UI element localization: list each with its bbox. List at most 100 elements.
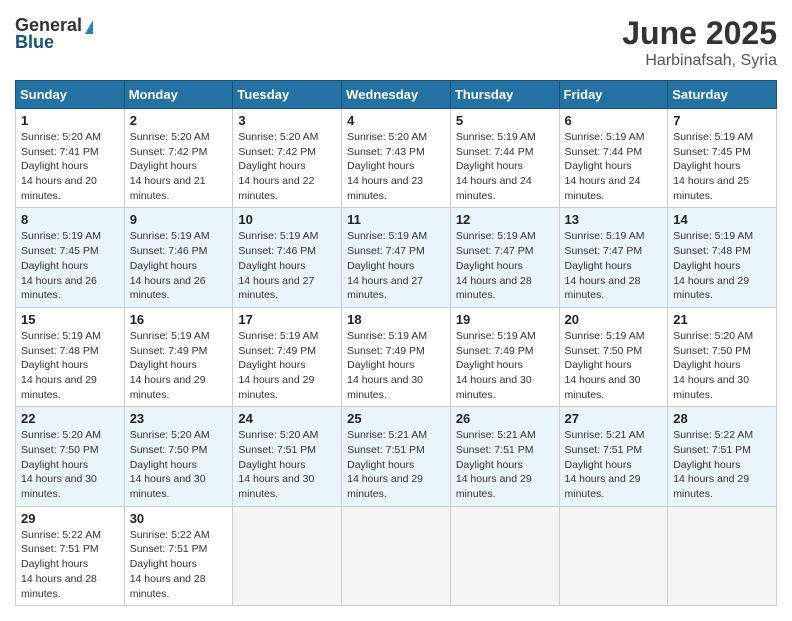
- day-info: Sunrise: 5:21 AMSunset: 7:51 PMDaylight …: [347, 429, 427, 500]
- day-number: 23: [130, 411, 228, 426]
- day-number: 21: [673, 312, 771, 327]
- day-info: Sunrise: 5:19 AMSunset: 7:50 PMDaylight …: [565, 330, 645, 401]
- header: General Blue June 2025 Harbinafsah, Syri…: [15, 15, 777, 70]
- day-info: Sunrise: 5:19 AMSunset: 7:48 PMDaylight …: [673, 230, 753, 301]
- day-info: Sunrise: 5:22 AMSunset: 7:51 PMDaylight …: [673, 429, 753, 500]
- day-cell-8: 8 Sunrise: 5:19 AMSunset: 7:45 PMDayligh…: [16, 208, 125, 307]
- day-cell-21: 21 Sunrise: 5:20 AMSunset: 7:50 PMDaylig…: [668, 307, 777, 406]
- col-header-saturday: Saturday: [668, 81, 777, 109]
- day-number: 30: [130, 511, 228, 526]
- calendar-week-3: 15 Sunrise: 5:19 AMSunset: 7:48 PMDaylig…: [16, 307, 777, 406]
- day-info: Sunrise: 5:19 AMSunset: 7:49 PMDaylight …: [347, 330, 427, 401]
- location-subtitle: Harbinafsah, Syria: [622, 52, 777, 70]
- day-cell-13: 13 Sunrise: 5:19 AMSunset: 7:47 PMDaylig…: [559, 208, 668, 307]
- col-header-monday: Monday: [124, 81, 233, 109]
- day-number: 11: [347, 212, 445, 227]
- day-cell-5: 5 Sunrise: 5:19 AMSunset: 7:44 PMDayligh…: [450, 109, 559, 208]
- day-number: 17: [238, 312, 336, 327]
- calendar-week-5: 29 Sunrise: 5:22 AMSunset: 7:51 PMDaylig…: [16, 506, 777, 605]
- day-cell-18: 18 Sunrise: 5:19 AMSunset: 7:49 PMDaylig…: [342, 307, 451, 406]
- day-number: 19: [456, 312, 554, 327]
- calendar-table: SundayMondayTuesdayWednesdayThursdayFrid…: [15, 80, 777, 606]
- day-cell-3: 3 Sunrise: 5:20 AMSunset: 7:42 PMDayligh…: [233, 109, 342, 208]
- day-number: 27: [565, 411, 663, 426]
- day-number: 16: [130, 312, 228, 327]
- day-cell-16: 16 Sunrise: 5:19 AMSunset: 7:49 PMDaylig…: [124, 307, 233, 406]
- day-info: Sunrise: 5:22 AMSunset: 7:51 PMDaylight …: [21, 529, 101, 600]
- day-number: 25: [347, 411, 445, 426]
- day-info: Sunrise: 5:19 AMSunset: 7:45 PMDaylight …: [673, 131, 753, 202]
- day-info: Sunrise: 5:19 AMSunset: 7:46 PMDaylight …: [130, 230, 210, 301]
- day-cell-29: 29 Sunrise: 5:22 AMSunset: 7:51 PMDaylig…: [16, 506, 125, 605]
- day-info: Sunrise: 5:19 AMSunset: 7:44 PMDaylight …: [565, 131, 645, 202]
- col-header-sunday: Sunday: [16, 81, 125, 109]
- day-info: Sunrise: 5:20 AMSunset: 7:50 PMDaylight …: [673, 330, 753, 401]
- day-info: Sunrise: 5:21 AMSunset: 7:51 PMDaylight …: [565, 429, 645, 500]
- day-number: 3: [238, 113, 336, 128]
- day-number: 9: [130, 212, 228, 227]
- day-number: 22: [21, 411, 119, 426]
- day-info: Sunrise: 5:22 AMSunset: 7:51 PMDaylight …: [130, 529, 210, 600]
- day-cell-17: 17 Sunrise: 5:19 AMSunset: 7:49 PMDaylig…: [233, 307, 342, 406]
- day-info: Sunrise: 5:20 AMSunset: 7:50 PMDaylight …: [21, 429, 101, 500]
- day-cell-2: 2 Sunrise: 5:20 AMSunset: 7:42 PMDayligh…: [124, 109, 233, 208]
- day-cell-26: 26 Sunrise: 5:21 AMSunset: 7:51 PMDaylig…: [450, 407, 559, 506]
- day-info: Sunrise: 5:19 AMSunset: 7:47 PMDaylight …: [565, 230, 645, 301]
- empty-cell: [559, 506, 668, 605]
- day-number: 7: [673, 113, 771, 128]
- day-number: 15: [21, 312, 119, 327]
- day-number: 29: [21, 511, 119, 526]
- calendar-week-2: 8 Sunrise: 5:19 AMSunset: 7:45 PMDayligh…: [16, 208, 777, 307]
- day-info: Sunrise: 5:19 AMSunset: 7:49 PMDaylight …: [238, 330, 318, 401]
- day-info: Sunrise: 5:19 AMSunset: 7:49 PMDaylight …: [456, 330, 536, 401]
- col-header-thursday: Thursday: [450, 81, 559, 109]
- day-cell-27: 27 Sunrise: 5:21 AMSunset: 7:51 PMDaylig…: [559, 407, 668, 506]
- day-info: Sunrise: 5:19 AMSunset: 7:45 PMDaylight …: [21, 230, 101, 301]
- day-number: 1: [21, 113, 119, 128]
- day-cell-25: 25 Sunrise: 5:21 AMSunset: 7:51 PMDaylig…: [342, 407, 451, 506]
- day-cell-7: 7 Sunrise: 5:19 AMSunset: 7:45 PMDayligh…: [668, 109, 777, 208]
- day-number: 2: [130, 113, 228, 128]
- day-number: 13: [565, 212, 663, 227]
- empty-cell: [233, 506, 342, 605]
- day-info: Sunrise: 5:19 AMSunset: 7:47 PMDaylight …: [456, 230, 536, 301]
- day-cell-19: 19 Sunrise: 5:19 AMSunset: 7:49 PMDaylig…: [450, 307, 559, 406]
- day-cell-6: 6 Sunrise: 5:19 AMSunset: 7:44 PMDayligh…: [559, 109, 668, 208]
- col-header-friday: Friday: [559, 81, 668, 109]
- day-info: Sunrise: 5:20 AMSunset: 7:51 PMDaylight …: [238, 429, 318, 500]
- calendar-week-4: 22 Sunrise: 5:20 AMSunset: 7:50 PMDaylig…: [16, 407, 777, 506]
- day-number: 8: [21, 212, 119, 227]
- calendar-week-1: 1 Sunrise: 5:20 AMSunset: 7:41 PMDayligh…: [16, 109, 777, 208]
- col-header-wednesday: Wednesday: [342, 81, 451, 109]
- day-cell-10: 10 Sunrise: 5:19 AMSunset: 7:46 PMDaylig…: [233, 208, 342, 307]
- day-cell-9: 9 Sunrise: 5:19 AMSunset: 7:46 PMDayligh…: [124, 208, 233, 307]
- day-number: 20: [565, 312, 663, 327]
- day-cell-14: 14 Sunrise: 5:19 AMSunset: 7:48 PMDaylig…: [668, 208, 777, 307]
- day-number: 28: [673, 411, 771, 426]
- calendar-header-row: SundayMondayTuesdayWednesdayThursdayFrid…: [16, 81, 777, 109]
- day-info: Sunrise: 5:20 AMSunset: 7:41 PMDaylight …: [21, 131, 101, 202]
- day-number: 26: [456, 411, 554, 426]
- day-info: Sunrise: 5:20 AMSunset: 7:42 PMDaylight …: [238, 131, 318, 202]
- day-cell-24: 24 Sunrise: 5:20 AMSunset: 7:51 PMDaylig…: [233, 407, 342, 506]
- day-cell-11: 11 Sunrise: 5:19 AMSunset: 7:47 PMDaylig…: [342, 208, 451, 307]
- day-cell-22: 22 Sunrise: 5:20 AMSunset: 7:50 PMDaylig…: [16, 407, 125, 506]
- day-cell-30: 30 Sunrise: 5:22 AMSunset: 7:51 PMDaylig…: [124, 506, 233, 605]
- day-number: 5: [456, 113, 554, 128]
- month-year-title: June 2025: [622, 15, 777, 52]
- logo: General Blue: [15, 15, 93, 53]
- day-number: 4: [347, 113, 445, 128]
- day-info: Sunrise: 5:20 AMSunset: 7:42 PMDaylight …: [130, 131, 210, 202]
- day-info: Sunrise: 5:20 AMSunset: 7:43 PMDaylight …: [347, 131, 427, 202]
- day-cell-23: 23 Sunrise: 5:20 AMSunset: 7:50 PMDaylig…: [124, 407, 233, 506]
- empty-cell: [342, 506, 451, 605]
- day-info: Sunrise: 5:19 AMSunset: 7:49 PMDaylight …: [130, 330, 210, 401]
- col-header-tuesday: Tuesday: [233, 81, 342, 109]
- day-cell-28: 28 Sunrise: 5:22 AMSunset: 7:51 PMDaylig…: [668, 407, 777, 506]
- empty-cell: [668, 506, 777, 605]
- day-info: Sunrise: 5:19 AMSunset: 7:47 PMDaylight …: [347, 230, 427, 301]
- day-number: 24: [238, 411, 336, 426]
- day-number: 6: [565, 113, 663, 128]
- day-cell-4: 4 Sunrise: 5:20 AMSunset: 7:43 PMDayligh…: [342, 109, 451, 208]
- day-info: Sunrise: 5:19 AMSunset: 7:44 PMDaylight …: [456, 131, 536, 202]
